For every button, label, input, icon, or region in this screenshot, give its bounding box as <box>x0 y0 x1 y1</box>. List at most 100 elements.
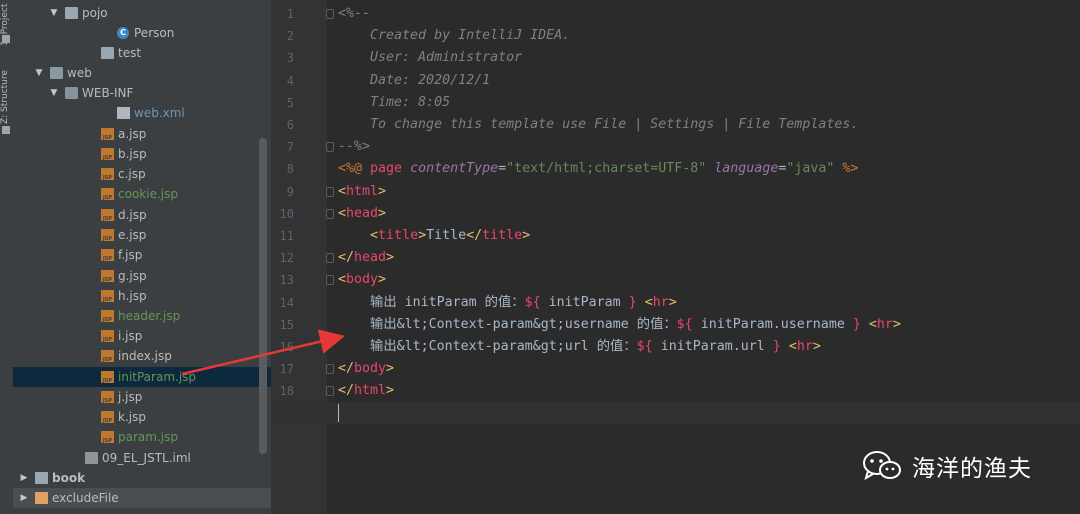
code-line[interactable]: <body> <box>338 269 386 291</box>
tree-item-d-jsp[interactable]: d.jsp <box>13 205 271 225</box>
line-number: 5 <box>286 95 294 110</box>
fold-marker-icon[interactable] <box>326 364 334 375</box>
tool-window-strip: 1: Project Z: Structure <box>0 0 14 514</box>
tree-item-web-xml[interactable]: web.xml <box>13 103 271 123</box>
fold-marker-icon[interactable] <box>326 9 334 19</box>
line-number: 1 <box>286 7 294 21</box>
code-token: = <box>498 161 507 177</box>
project-tree-scrollbar[interactable] <box>259 138 267 454</box>
fold-marker-icon[interactable] <box>326 186 334 197</box>
xml-icon <box>117 107 130 119</box>
code-line[interactable]: <head> <box>338 203 386 225</box>
code-line[interactable]: To change this template use File | Setti… <box>338 114 858 136</box>
tree-item-param-jsp[interactable]: param.jsp <box>13 427 271 447</box>
code-token: <%-- <box>338 6 371 21</box>
tree-item-test[interactable]: test <box>13 43 271 63</box>
code-line[interactable]: Created by IntelliJ IDEA. <box>338 25 570 47</box>
collapse-arrow-icon[interactable]: ▶ <box>19 488 29 508</box>
fold-marker-icon[interactable] <box>326 142 334 153</box>
code-line[interactable]: </html> <box>338 380 394 402</box>
collapse-arrow-icon[interactable]: ▶ <box>19 468 29 488</box>
jsp-icon <box>101 168 114 181</box>
fold-marker-icon[interactable] <box>326 386 334 397</box>
fold-marker-icon[interactable] <box>326 253 334 264</box>
tree-item-k-jsp[interactable]: k.jsp <box>13 407 271 427</box>
code-token: > <box>378 205 387 221</box>
jsp-icon <box>101 188 114 201</box>
tree-item-book[interactable]: ▶ book <box>13 468 271 488</box>
code-token: contentType <box>410 161 499 177</box>
code-token: > <box>522 228 531 243</box>
tree-item-index-jsp[interactable]: index.jsp <box>13 346 271 366</box>
tree-item-initparam-jsp[interactable]: initParam.jsp <box>13 367 271 387</box>
line-number: 11 <box>279 229 294 243</box>
expand-arrow-icon[interactable]: ▼ <box>49 3 59 23</box>
tree-item-label: h.jsp <box>118 289 147 303</box>
tree-item-g-jsp[interactable]: g.jsp <box>13 266 271 286</box>
jsp-icon <box>101 350 114 363</box>
code-token: </ <box>338 383 355 399</box>
code-line[interactable]: 输出&lt;Context-param&gt;username 的值：${ in… <box>338 314 901 336</box>
tree-item-header-jsp[interactable]: header.jsp <box>13 306 271 326</box>
structure-tool-tab[interactable]: Z: Structure <box>0 64 13 124</box>
code-line[interactable]: </body> <box>338 358 394 380</box>
fold-marker-icon[interactable] <box>326 208 334 219</box>
code-line[interactable]: 输出&lt;Context-param&gt;url 的值：${ initPar… <box>338 336 821 358</box>
code-line[interactable]: <html> <box>338 181 386 203</box>
tree-item-j-jsp[interactable]: j.jsp <box>13 387 271 407</box>
code-line[interactable]: --%> <box>338 136 370 158</box>
tree-item-h-jsp[interactable]: h.jsp <box>13 286 271 306</box>
watermark-text: 海洋的渔夫 <box>912 456 1032 482</box>
code-token: Title <box>426 228 467 243</box>
tree-item-web-inf[interactable]: ▼ WEB-INF <box>13 83 271 103</box>
tree-item-label: e.jsp <box>118 228 147 242</box>
code-line[interactable]: Time: 8:05 <box>338 92 450 114</box>
tree-item-e-jsp[interactable]: e.jsp <box>13 225 271 245</box>
tree-item-label: excludeFile <box>52 491 119 505</box>
tree-item-b-jsp[interactable]: b.jsp <box>13 144 271 164</box>
code-token: > <box>378 183 387 199</box>
code-line[interactable]: 输出 initParam 的值：${ initParam } <hr> <box>338 292 677 314</box>
tree-item-label: j.jsp <box>118 390 143 404</box>
tree-item-label: test <box>118 46 142 60</box>
fold-marker-icon[interactable] <box>326 275 334 286</box>
code-line[interactable]: <%@ page contentType="text/html;charset=… <box>338 158 858 180</box>
jsp-icon <box>101 229 114 242</box>
tree-item-i-jsp[interactable]: i.jsp <box>13 326 271 346</box>
code-token: hr <box>796 339 813 354</box>
jsp-icon <box>101 148 114 161</box>
code-editor[interactable]: 12345678910111213141516171819 <%-- Creat… <box>271 0 1080 514</box>
code-line[interactable]: </head> <box>338 247 394 269</box>
code-token: url <box>740 339 773 354</box>
code-line[interactable]: <%-- <box>338 3 370 25</box>
code-token: < <box>644 294 653 310</box>
line-number: 6 <box>286 118 294 132</box>
code-token: Date: 2020/12/1 <box>338 72 491 88</box>
tree-item-excludefile[interactable]: ▶ excludeFile <box>13 488 271 508</box>
current-line-highlight <box>272 402 1080 424</box>
tree-item-label: web.xml <box>134 106 185 120</box>
tree-item-web[interactable]: ▼ web <box>13 63 271 83</box>
code-line[interactable]: User: Administrator <box>338 47 522 69</box>
code-token: } <box>852 316 861 332</box>
code-token: hr <box>652 294 669 310</box>
tree-item-09-el-jstl-iml[interactable]: 09_EL_JSTL.iml <box>13 448 271 468</box>
tree-item-pojo[interactable]: ▼ pojo <box>13 3 271 23</box>
tree-item-cookie-jsp[interactable]: cookie.jsp <box>13 184 271 204</box>
tree-item-f-jsp[interactable]: f.jsp <box>13 245 271 265</box>
tree-item-person[interactable]: C Person <box>13 23 271 43</box>
tree-item-c-jsp[interactable]: c.jsp <box>13 164 271 184</box>
expand-arrow-icon[interactable]: ▼ <box>49 83 59 103</box>
code-token: } <box>772 339 781 354</box>
code-token: --%> <box>338 139 371 155</box>
expand-arrow-icon[interactable]: ▼ <box>34 63 44 83</box>
line-number: 13 <box>279 273 294 288</box>
code-token: Time: 8:05 <box>338 94 451 110</box>
code-line[interactable]: Date: 2020/12/1 <box>338 70 490 92</box>
tree-item-a-jsp[interactable]: a.jsp <box>13 124 271 144</box>
line-number: 3 <box>286 51 294 66</box>
code-line[interactable]: <title>Title</title> <box>338 225 530 247</box>
code-token: initParam <box>700 316 773 332</box>
